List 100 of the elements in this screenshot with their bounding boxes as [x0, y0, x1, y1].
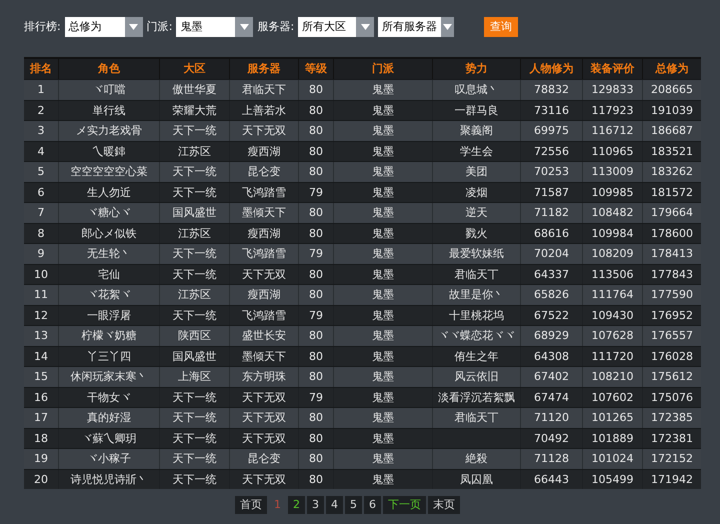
- page-link[interactable]: 5: [345, 496, 362, 514]
- sect-cell: 鬼墨: [334, 264, 432, 284]
- cultivation-cell: 71120: [521, 408, 582, 428]
- rank-cell: 3: [24, 121, 58, 140]
- sect-cell: 鬼墨: [334, 244, 432, 264]
- faction-cell: 凌烟: [433, 182, 520, 202]
- total-cell: 186687: [643, 121, 701, 140]
- cultivation-cell: 67522: [521, 306, 582, 325]
- gear-score-cell: 109984: [583, 224, 642, 243]
- filter-label: 门派:: [146, 18, 172, 35]
- gear-score-cell: 111720: [583, 346, 642, 366]
- total-cell: 176028: [643, 346, 701, 366]
- cultivation-cell: 73116: [521, 100, 582, 120]
- role-cell: 一眼浮屠: [59, 306, 159, 325]
- page-link[interactable]: 3: [307, 496, 324, 514]
- rank-cell: 12: [24, 306, 58, 325]
- server-cell: 瘦西湖: [230, 285, 298, 304]
- faction-cell: 风云依旧: [433, 367, 520, 386]
- gear-score-cell: 101889: [583, 428, 642, 448]
- page-link[interactable]: 下一页: [383, 496, 426, 514]
- level-cell: 80: [299, 470, 333, 489]
- sect-cell: 鬼墨: [334, 449, 432, 468]
- faction-cell: 聚義阁: [433, 121, 520, 140]
- region-cell: 陕西区: [160, 326, 229, 346]
- column-header: 门派: [334, 59, 432, 79]
- role-cell: メ实力老戏骨: [59, 121, 159, 140]
- rank-cell: 16: [24, 388, 58, 407]
- page-link[interactable]: 2: [288, 496, 305, 514]
- page-link[interactable]: 4: [326, 496, 343, 514]
- total-cell: 208665: [643, 80, 701, 100]
- total-cell: 179664: [643, 203, 701, 222]
- column-header: 总修为: [643, 59, 701, 79]
- server-cell: 墨倾天下: [230, 203, 298, 222]
- faction-cell: 一群马良: [433, 100, 520, 120]
- rank-cell: 6: [24, 182, 58, 202]
- dropdown[interactable]: 所有服务器: [378, 17, 454, 37]
- server-cell: 天下无双: [230, 121, 298, 140]
- column-header: 排名: [24, 59, 58, 79]
- total-cell: 171942: [643, 470, 701, 489]
- role-cell: 生人勿近: [59, 182, 159, 202]
- faction-cell: ヾヾ蝶恋花ヾヾ: [433, 326, 520, 346]
- rank-cell: 20: [24, 470, 58, 489]
- region-cell: 天下一统: [160, 264, 229, 284]
- level-cell: 80: [299, 428, 333, 448]
- region-cell: 天下一统: [160, 449, 229, 468]
- role-cell: ヾ叮噹: [59, 80, 159, 100]
- level-cell: 80: [299, 326, 333, 346]
- level-cell: 80: [299, 100, 333, 120]
- gear-score-cell: 117923: [583, 100, 642, 120]
- sect-cell: 鬼墨: [334, 285, 432, 304]
- column-header: 服务器: [230, 59, 298, 79]
- level-cell: 80: [299, 367, 333, 386]
- sect-cell: 鬼墨: [334, 80, 432, 100]
- total-cell: 178413: [643, 244, 701, 264]
- cultivation-cell: 70492: [521, 428, 582, 448]
- rank-cell: 18: [24, 428, 58, 448]
- role-cell: 诗児悦児诗斨丶: [59, 470, 159, 489]
- total-cell: 191039: [643, 100, 701, 120]
- page-link[interactable]: 6: [364, 496, 381, 514]
- total-cell: 177590: [643, 285, 701, 304]
- sect-cell: 鬼墨: [334, 367, 432, 386]
- server-cell: 墨倾天下: [230, 346, 298, 366]
- region-cell: 天下一统: [160, 121, 229, 140]
- region-cell: 江苏区: [160, 285, 229, 304]
- sect-cell: 鬼墨: [334, 100, 432, 120]
- gear-score-cell: 105499: [583, 470, 642, 489]
- rank-cell: 10: [24, 264, 58, 284]
- level-cell: 80: [299, 80, 333, 100]
- level-cell: 80: [299, 224, 333, 243]
- sect-cell: 鬼墨: [334, 408, 432, 428]
- sect-cell: 鬼墨: [334, 346, 432, 366]
- page-link[interactable]: 末页: [428, 496, 460, 514]
- dropdown[interactable]: 鬼墨: [176, 17, 254, 37]
- server-cell: 天下无双: [230, 428, 298, 448]
- role-cell: ヾ花絮ヾ: [59, 285, 159, 304]
- caret-icon: [129, 24, 138, 30]
- server-cell: 上善若水: [230, 100, 298, 120]
- cultivation-cell: 78832: [521, 80, 582, 100]
- page-link[interactable]: 首页: [235, 496, 267, 514]
- total-cell: 183521: [643, 142, 701, 161]
- faction-cell: 美团: [433, 162, 520, 182]
- sect-cell: 鬼墨: [334, 428, 432, 448]
- total-cell: 172152: [643, 449, 701, 468]
- sect-cell: 鬼墨: [334, 182, 432, 202]
- total-cell: 177843: [643, 264, 701, 284]
- role-cell: ヾ小稼子: [59, 449, 159, 468]
- cultivation-cell: 64308: [521, 346, 582, 366]
- dropdown[interactable]: 总修为: [64, 17, 143, 37]
- role-cell: 単行线: [59, 100, 159, 120]
- cultivation-cell: 64337: [521, 264, 582, 284]
- server-cell: 盛世长安: [230, 326, 298, 346]
- dropdown[interactable]: 所有大区: [298, 17, 374, 37]
- rank-cell: 5: [24, 162, 58, 182]
- filter-label: 服务器:: [257, 18, 294, 35]
- rank-cell: 13: [24, 326, 58, 346]
- region-cell: 荣耀大荒: [160, 100, 229, 120]
- region-cell: 天下一统: [160, 162, 229, 182]
- total-cell: 181572: [643, 182, 701, 202]
- gear-score-cell: 108209: [583, 244, 642, 264]
- rank-cell: 9: [24, 244, 58, 264]
